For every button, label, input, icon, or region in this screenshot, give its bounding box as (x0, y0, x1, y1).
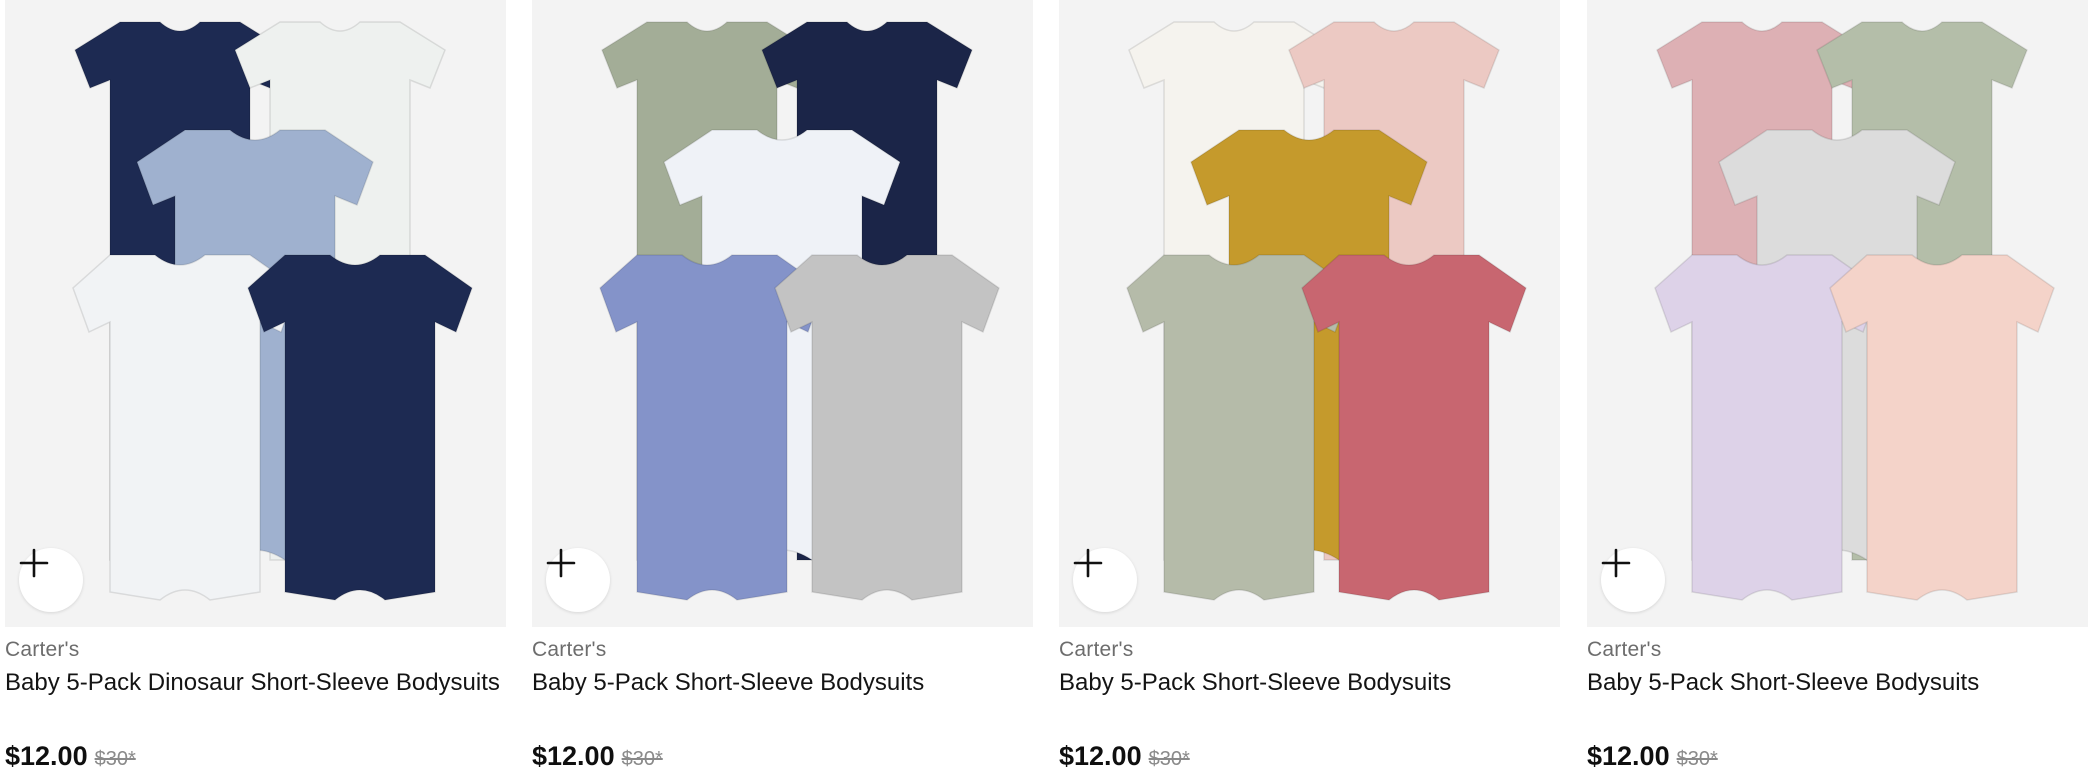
product-title[interactable]: Baby 5-Pack Short-Sleeve Bodysuits (1059, 666, 1554, 700)
sale-price: $12.00 (1587, 741, 1670, 771)
price-row: $12.00 $30* (1059, 741, 1190, 775)
plus-icon (1073, 548, 1103, 578)
bodysuits-image (599, 21, 1000, 601)
product-grid: Carter's Baby 5-Pack Dinosaur Short-Slee… (0, 0, 2094, 780)
price-row: $12.00 $30* (532, 741, 663, 775)
bodysuits-image (1654, 21, 2055, 601)
quick-add-button[interactable] (1073, 548, 1137, 612)
original-price: $30* (1676, 748, 1718, 770)
product-card[interactable]: Carter's Baby 5-Pack Short-Sleeve Bodysu… (532, 0, 1033, 780)
original-price: $30* (94, 748, 136, 770)
product-title[interactable]: Baby 5-Pack Short-Sleeve Bodysuits (1587, 666, 2082, 700)
product-image[interactable] (1587, 0, 2088, 627)
product-title[interactable]: Baby 5-Pack Dinosaur Short-Sleeve Bodysu… (5, 666, 500, 700)
product-card[interactable]: Carter's Baby 5-Pack Short-Sleeve Bodysu… (1587, 0, 2088, 780)
original-price: $30* (1148, 748, 1190, 770)
sale-price: $12.00 (5, 741, 88, 771)
quick-add-button[interactable] (546, 548, 610, 612)
sale-price: $12.00 (532, 741, 615, 771)
product-brand: Carter's (1587, 638, 1662, 661)
plus-icon (19, 548, 49, 578)
product-image[interactable] (1059, 0, 1560, 627)
bodysuits-image (72, 21, 473, 601)
quick-add-button[interactable] (19, 548, 83, 612)
price-row: $12.00 $30* (1587, 741, 1718, 775)
product-image[interactable] (5, 0, 506, 627)
bodysuits-image (1126, 21, 1527, 601)
plus-icon (1601, 548, 1631, 578)
product-brand: Carter's (1059, 638, 1134, 661)
quick-add-button[interactable] (1601, 548, 1665, 612)
product-title[interactable]: Baby 5-Pack Short-Sleeve Bodysuits (532, 666, 1027, 700)
price-row: $12.00 $30* (5, 741, 136, 775)
original-price: $30* (621, 748, 663, 770)
product-brand: Carter's (5, 638, 80, 661)
product-brand: Carter's (532, 638, 607, 661)
product-image[interactable] (532, 0, 1033, 627)
product-card[interactable]: Carter's Baby 5-Pack Dinosaur Short-Slee… (5, 0, 506, 780)
plus-icon (546, 548, 576, 578)
sale-price: $12.00 (1059, 741, 1142, 771)
product-card[interactable]: Carter's Baby 5-Pack Short-Sleeve Bodysu… (1059, 0, 1560, 780)
